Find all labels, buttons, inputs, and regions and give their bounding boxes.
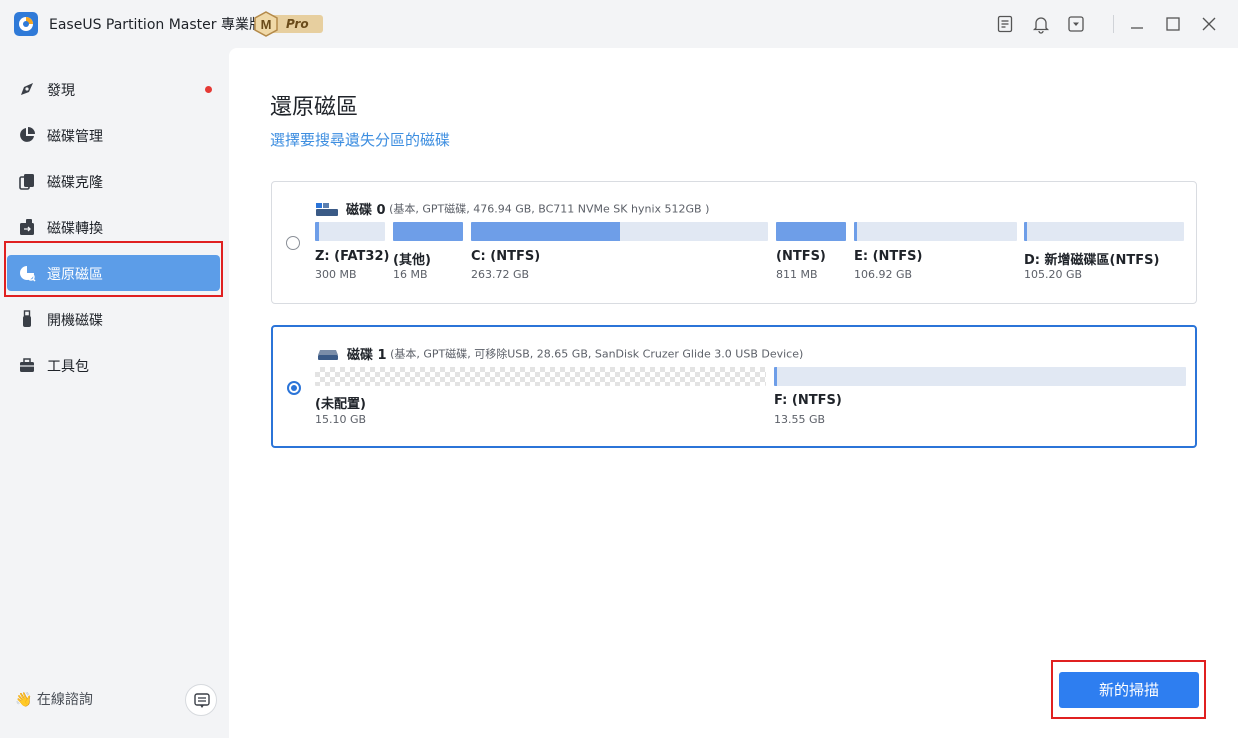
unallocated-bar[interactable]	[315, 367, 766, 386]
partition-bar[interactable]	[393, 222, 463, 241]
partition-used-fill	[315, 222, 319, 241]
partition-bar[interactable]	[471, 222, 768, 241]
disk-0-header: 磁碟 0 (基本, GPT磁碟, 476.94 GB, BC711 NVMe S…	[316, 198, 709, 218]
partition-label: C: (NTFS)	[471, 249, 541, 264]
partition-bar[interactable]	[774, 367, 1186, 386]
sidebar-item-label: 開機磁碟	[47, 313, 103, 329]
disk-1-header: 磁碟 1 (基本, GPT磁碟, 可移除USB, 28.65 GB, SanDi…	[317, 343, 803, 363]
title-bar: EaseUS Partition Master 專業版 Pro M	[0, 0, 1238, 48]
disk-0-name: 磁碟 0	[346, 203, 386, 218]
highlight-box-sidebar	[4, 241, 223, 297]
partition-size: 300 MB	[315, 268, 357, 281]
compass-icon	[17, 79, 37, 99]
sidebar-item-label: 磁碟轉換	[47, 221, 103, 237]
chat-button[interactable]	[185, 684, 217, 716]
svg-text:M: M	[261, 17, 272, 32]
titlebar-divider	[1113, 15, 1114, 33]
sidebar-item-label: 磁碟管理	[47, 129, 103, 145]
partition-size: 15.10 GB	[315, 413, 367, 426]
pie-chart-icon	[17, 125, 37, 145]
usb-icon	[17, 309, 37, 329]
close-icon[interactable]	[1199, 14, 1219, 34]
new-scan-button[interactable]: 新的掃描	[1059, 672, 1199, 708]
partition-label: Z: (FAT32)	[315, 249, 390, 264]
disk-card-1[interactable]: 磁碟 1 (基本, GPT磁碟, 可移除USB, 28.65 GB, SanDi…	[271, 325, 1197, 448]
online-support-link[interactable]: 👋 在線諮詢	[15, 689, 93, 709]
sidebar-item-discover[interactable]: 發現	[7, 71, 220, 107]
partition-label: (未配置)	[315, 397, 366, 412]
page-title: 還原磁區	[270, 95, 359, 120]
disk-0-description: (基本, GPT磁碟, 476.94 GB, BC711 NVMe SK hyn…	[385, 202, 710, 216]
sidebar: 發現 磁碟管理 磁碟克隆 磁碟轉換 還原磁區 開機磁碟 工具包 👋 在線諮詢	[0, 48, 229, 738]
partition-label: E: (NTFS)	[854, 249, 923, 264]
sidebar-item-label: 工具包	[47, 359, 89, 375]
disk-0-radio[interactable]	[286, 236, 300, 250]
disk-1-name: 磁碟 1	[347, 348, 387, 363]
pro-badge: Pro M	[253, 11, 323, 37]
partition-label: (NTFS)	[776, 249, 826, 264]
disk-1-description: (基本, GPT磁碟, 可移除USB, 28.65 GB, SanDisk Cr…	[386, 347, 804, 361]
notes-icon[interactable]	[995, 14, 1015, 34]
sidebar-item-label: 發現	[47, 83, 75, 99]
bell-icon[interactable]	[1031, 14, 1051, 34]
partition-bar[interactable]	[1024, 222, 1184, 241]
sidebar-item-disk-management[interactable]: 磁碟管理	[7, 117, 220, 153]
partition-size: 106.92 GB	[854, 268, 913, 281]
pro-badge-logo-icon: M	[254, 11, 278, 37]
sidebar-item-toolkit[interactable]: 工具包	[7, 347, 220, 383]
convert-icon	[17, 217, 37, 237]
main-panel: 還原磁區 選擇要搜尋遺失分區的磁碟 磁碟 0 (基本, GPT磁碟, 476.9…	[229, 48, 1238, 738]
disk-1-radio[interactable]	[287, 381, 301, 395]
partition-bar[interactable]	[854, 222, 1017, 241]
partition-label: D: 新增磁碟區(NTFS)	[1024, 253, 1160, 268]
minimize-icon[interactable]	[1127, 14, 1147, 34]
partition-bar[interactable]	[315, 222, 385, 241]
sidebar-item-label: 磁碟克隆	[47, 175, 103, 191]
maximize-icon[interactable]	[1163, 14, 1183, 34]
app-title: EaseUS Partition Master 專業版	[49, 17, 263, 33]
chat-icon	[194, 693, 210, 708]
partition-label: (其他)	[393, 253, 431, 268]
partition-size: 263.72 GB	[471, 268, 530, 281]
partition-size: 105.20 GB	[1024, 268, 1083, 281]
sidebar-item-disk-convert[interactable]: 磁碟轉換	[7, 209, 220, 245]
partition-used-fill	[854, 222, 858, 241]
partition-used-fill	[471, 222, 620, 241]
sidebar-item-boot-disk[interactable]: 開機磁碟	[7, 301, 220, 337]
partition-size: 13.55 GB	[774, 413, 826, 426]
toolbox-icon	[17, 355, 37, 375]
notification-dot	[205, 86, 212, 93]
clone-icon	[17, 171, 37, 191]
partition-label: F: (NTFS)	[774, 393, 842, 408]
sidebar-item-disk-clone[interactable]: 磁碟克隆	[7, 163, 220, 199]
disk-drive-icon	[316, 201, 338, 217]
usb-drive-icon	[317, 346, 339, 362]
partition-size: 16 MB	[393, 268, 428, 281]
partition-size: 811 MB	[776, 268, 818, 281]
page-subtitle: 選擇要搜尋遺失分區的磁碟	[270, 131, 451, 149]
disk-card-0[interactable]: 磁碟 0 (基本, GPT磁碟, 476.94 GB, BC711 NVMe S…	[271, 181, 1197, 304]
partition-used-fill	[393, 222, 463, 241]
partition-used-fill	[776, 222, 846, 241]
partition-fill-marker	[774, 367, 777, 386]
partition-bar[interactable]	[776, 222, 846, 241]
partition-used-fill	[1024, 222, 1028, 241]
dropdown-menu-icon[interactable]	[1066, 14, 1086, 34]
app-logo-icon	[14, 12, 38, 36]
